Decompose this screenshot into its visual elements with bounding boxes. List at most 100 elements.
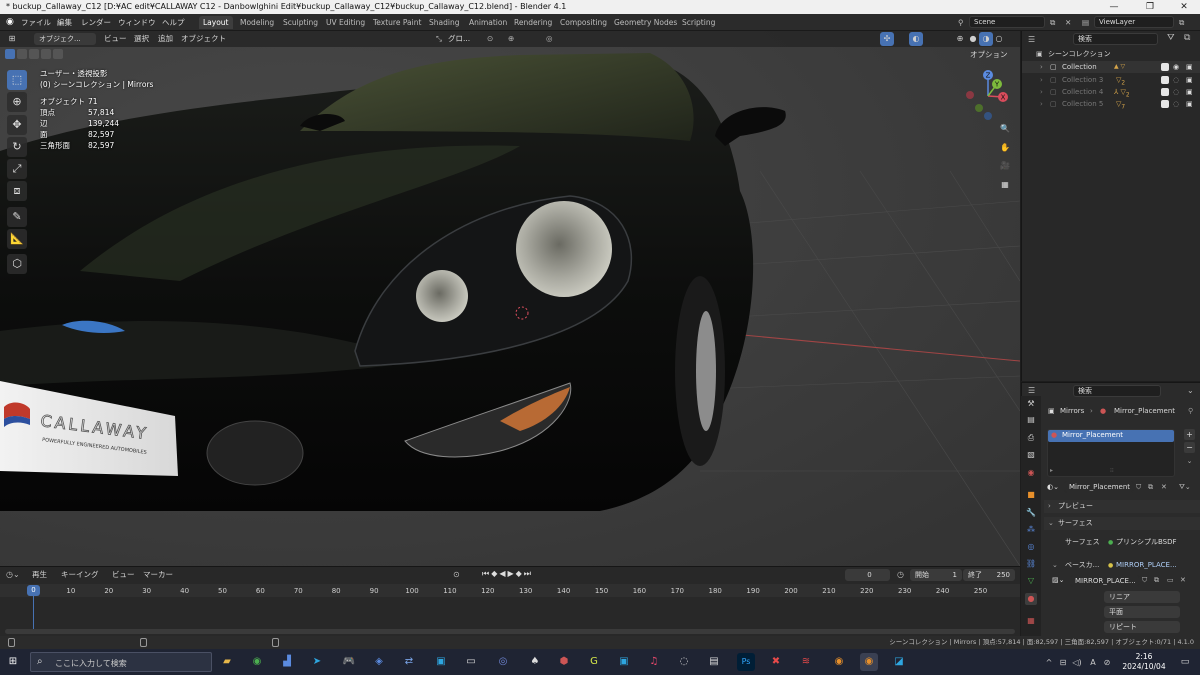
app-red-icon[interactable]: ⬢ — [555, 653, 573, 671]
app-blue-icon[interactable]: ▣ — [615, 653, 633, 671]
fake-user-shield-icon[interactable]: ⛉ — [1136, 482, 1141, 493]
current-frame-field[interactable]: 0 — [845, 569, 890, 581]
select-box-tool-icon[interactable]: ⬚ — [7, 70, 27, 90]
add-slot-button[interactable]: + — [1184, 429, 1195, 440]
new-view-layer-icon[interactable]: ⧉ — [1176, 16, 1187, 29]
outliner-item-collection[interactable]: › ▢ Collection 4 ⅄ ▽2 ◌ ▣ — [1022, 86, 1200, 98]
expand-arrow-icon[interactable]: › — [1040, 98, 1043, 110]
snap-icon[interactable]: ⊕ — [508, 33, 514, 45]
camera-view-icon[interactable]: 🎥 — [998, 159, 1012, 173]
minimize-button[interactable]: — — [1100, 0, 1128, 14]
add-cube-tool-icon[interactable]: ⬡ — [7, 254, 27, 274]
preview-range-clock-icon[interactable]: ◷ — [897, 570, 904, 579]
transform-tool-icon[interactable]: ⧈ — [7, 181, 27, 201]
delete-scene-icon[interactable]: ✕ — [1062, 16, 1074, 29]
node-filter-icon[interactable]: ⛛⌄ — [1179, 482, 1191, 493]
music-icon[interactable]: ♫ — [645, 653, 663, 671]
outliner-item-collection[interactable]: › ▢ Collection 3 ▽2 ◌ ▣ — [1022, 74, 1200, 86]
visibility-eye-icon[interactable]: ◌ — [1173, 86, 1179, 98]
menu-help[interactable]: ヘルプ — [159, 16, 188, 29]
media-icon[interactable]: ▭ — [462, 653, 480, 671]
properties-search[interactable]: 検索 — [1073, 385, 1161, 397]
view-menu[interactable]: ビュー — [112, 569, 135, 581]
menu-render[interactable]: レンダー — [78, 16, 114, 29]
view-layer-tab-icon[interactable]: ▧ — [1025, 449, 1037, 461]
ime-no-icon[interactable]: ⊘ — [1098, 654, 1116, 672]
list-resize-handle-icon[interactable]: ⁝⁝ — [1110, 465, 1114, 476]
blender-icon[interactable]: ◉ — [830, 653, 848, 671]
racing-game-2-icon[interactable]: ≋ — [797, 653, 815, 671]
menu-edit[interactable]: 編集 — [54, 16, 75, 29]
material-slot-selected[interactable]: ● Mirror_Placement — [1048, 430, 1174, 442]
outliner-item-collection[interactable]: › ▢ Collection 5 ▽7 ◌ ▣ — [1022, 98, 1200, 110]
physics-tab-icon[interactable]: ◎ — [1025, 541, 1037, 553]
render-tab-icon[interactable]: ▤ — [1025, 414, 1037, 426]
view-layer-selector[interactable]: ViewLayer — [1094, 16, 1174, 28]
timeline-scrollbar[interactable] — [5, 629, 1015, 634]
close-button[interactable]: ✕ — [1170, 0, 1198, 14]
gizmo-toggle-icon[interactable]: ✣ — [880, 32, 894, 46]
visibility-eye-icon[interactable]: ◌ — [1173, 74, 1179, 86]
new-collection-icon[interactable]: ⧉ — [1184, 33, 1190, 43]
tab-layout[interactable]: Layout — [199, 16, 233, 29]
tab-scripting[interactable]: Scripting — [678, 16, 719, 29]
object-tab-icon[interactable]: ■ — [1025, 489, 1037, 501]
start-frame-field[interactable]: 開始 1 — [910, 569, 962, 581]
app-icon[interactable]: ♠ — [526, 653, 544, 671]
chrome-icon[interactable]: ◉ — [248, 653, 266, 671]
annotate-tool-icon[interactable]: ✎ — [7, 207, 27, 227]
preview-panel-header[interactable]: › プレビュー — [1044, 500, 1200, 513]
wireframe-shading-icon[interactable]: ⊕ — [953, 32, 967, 46]
tab-modeling[interactable]: Modeling — [236, 16, 278, 29]
menu-object[interactable]: オブジェクト — [181, 33, 226, 45]
vscode-icon[interactable]: ◈ — [370, 653, 388, 671]
surface-panel-header[interactable]: ⌄ サーフェス — [1044, 517, 1200, 530]
material-name-field[interactable]: Mirror_Placement — [1064, 481, 1134, 493]
move-tool-icon[interactable]: ✥ — [7, 115, 27, 135]
outliner-scene-collection[interactable]: ▣ シーンコレクション — [1022, 48, 1200, 60]
filter-icon[interactable]: ⛛ — [1167, 33, 1175, 43]
image-name-field[interactable]: MIRROR_PLACE... — [1070, 575, 1140, 587]
material-browse-icon[interactable]: ◐⌄ — [1047, 482, 1059, 493]
constraints-tab-icon[interactable]: ⛓ — [1025, 558, 1037, 570]
scene-tab-icon[interactable]: ◉ — [1025, 467, 1037, 479]
outliner-search[interactable]: 検索 — [1073, 33, 1158, 45]
slot-specials-icon[interactable]: ⌄ — [1184, 456, 1195, 467]
material-tab-icon[interactable]: ● — [1025, 593, 1037, 605]
cursor-tool-icon[interactable]: ⊕ — [7, 92, 27, 112]
tab-shading[interactable]: Shading — [425, 16, 463, 29]
exclude-checkbox[interactable] — [1161, 76, 1169, 84]
discord-icon[interactable]: ◎ — [494, 653, 512, 671]
unlink-image-icon[interactable]: ✕ — [1180, 575, 1186, 586]
menu-select[interactable]: 選択 — [134, 33, 149, 45]
output-tab-icon[interactable]: ⎙ — [1025, 432, 1037, 444]
app-window-icon[interactable]: ◪ — [890, 653, 908, 671]
extension-selector[interactable]: リピート — [1104, 621, 1180, 633]
chevron-down-icon[interactable]: ⌄ — [1052, 560, 1058, 571]
tab-geometry-nodes[interactable]: Geometry Nodes — [610, 16, 681, 29]
taskbar-clock[interactable]: 2:16 2024/10/04 — [1118, 652, 1170, 672]
material-shading-icon[interactable]: ◑ — [979, 32, 993, 46]
solid-shading-icon[interactable]: ● — [966, 32, 980, 46]
playback-controls[interactable]: ⏮◆◀▶◆⏭ — [482, 569, 533, 579]
outliner-editor-icon[interactable]: ☰ — [1028, 35, 1035, 44]
ortho-toggle-icon[interactable]: ▦ — [998, 178, 1012, 192]
tab-rendering[interactable]: Rendering — [510, 16, 556, 29]
blender-logo-icon[interactable]: ◉ — [3, 16, 17, 29]
gamepad-icon[interactable]: 🎮 — [340, 653, 358, 671]
pan-hand-icon[interactable]: ✋ — [998, 141, 1012, 155]
visibility-eye-icon[interactable]: ◌ — [1173, 98, 1179, 110]
proportional-edit-icon[interactable]: ◎ — [546, 33, 553, 45]
menu-add[interactable]: 追加 — [158, 33, 173, 45]
playback-menu[interactable]: 再生 — [32, 569, 47, 581]
select-intersect-icon[interactable] — [53, 49, 63, 59]
tab-sculpting[interactable]: Sculpting — [279, 16, 322, 29]
rendered-shading-icon[interactable]: ○ — [992, 32, 1006, 46]
pin-icon[interactable]: ⚲ — [1188, 406, 1193, 417]
blender-active-icon[interactable]: ◉ — [860, 653, 878, 671]
transform-orientation-selector[interactable]: グロ... — [448, 33, 470, 45]
menu-view[interactable]: ビュー — [104, 33, 127, 45]
scale-tool-icon[interactable]: ⤢ — [7, 159, 27, 179]
auto-keying-icon[interactable]: ⊙ — [453, 570, 460, 579]
surface-shader-selector[interactable]: プリンシプルBSDF — [1116, 537, 1177, 548]
